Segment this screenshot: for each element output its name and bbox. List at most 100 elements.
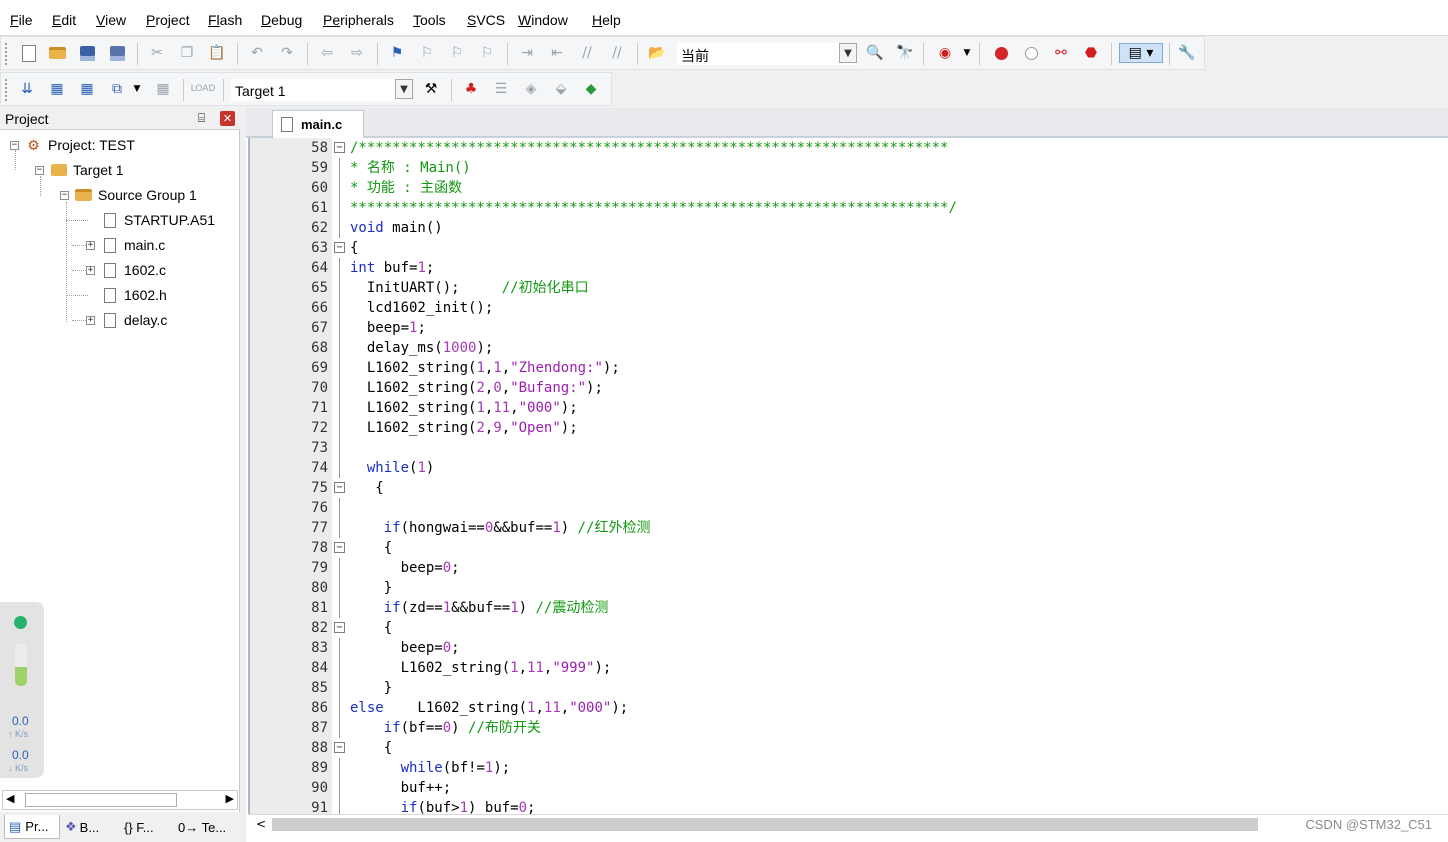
uncomment-icon[interactable]: //	[607, 43, 627, 63]
code-line[interactable]: 64 int buf=1;	[250, 258, 1448, 278]
bookmark-icon[interactable]: ⚑	[387, 43, 407, 63]
debug-session-icon[interactable]: ◉	[935, 43, 955, 63]
tab-project[interactable]: ▤ Pr...	[4, 815, 60, 839]
code-line[interactable]: 86 else L1602_string(1,11,"000");	[250, 698, 1448, 718]
comment-icon[interactable]: //	[577, 43, 597, 63]
tree-target[interactable]: − Target 1	[35, 159, 124, 181]
scroll-left-icon[interactable]: ◀	[6, 792, 14, 805]
close-icon[interactable]: ✕	[220, 111, 235, 126]
menu-tools[interactable]: Tools	[413, 12, 446, 28]
code-line[interactable]: 89 while(bf!=1);	[250, 758, 1448, 778]
code-line[interactable]: 75− {	[250, 478, 1448, 498]
target-options-icon[interactable]: ⚒	[421, 79, 441, 99]
code-line[interactable]: 82− {	[250, 618, 1448, 638]
toolbar-grip[interactable]	[5, 43, 8, 65]
find-icon[interactable]: 🔍	[865, 43, 885, 63]
open-folder-icon[interactable]	[47, 43, 67, 63]
navigate-forward-icon[interactable]: ⇨	[347, 43, 367, 63]
code-line[interactable]: 66 lcd1602_init();	[250, 298, 1448, 318]
collapse-icon[interactable]: −	[10, 140, 19, 150]
code-line[interactable]: 61 **************************************…	[250, 198, 1448, 218]
code-line[interactable]: 70 L1602_string(2,0,"Bufang:");	[250, 378, 1448, 398]
code-line[interactable]: 81 if(zd==1&&buf==1) //震动检测	[250, 598, 1448, 618]
prev-bookmark-icon[interactable]: ⚐	[417, 43, 437, 63]
collapse-icon[interactable]: −	[60, 190, 69, 200]
code-line[interactable]: 80 }	[250, 578, 1448, 598]
code-line[interactable]: 85 }	[250, 678, 1448, 698]
fold-toggle-icon[interactable]: −	[334, 242, 345, 253]
menu-view[interactable]: View	[96, 12, 126, 28]
chevron-down-icon[interactable]: ▼	[957, 43, 977, 63]
scroll-thumb[interactable]	[25, 793, 177, 807]
code-line[interactable]: 87 if(bf==0) //布防开关	[250, 718, 1448, 738]
menu-help[interactable]: Help	[592, 12, 621, 28]
copy-icon[interactable]: ❐	[177, 43, 197, 63]
save-all-icon[interactable]	[107, 43, 127, 63]
toolbar-grip[interactable]	[5, 79, 8, 101]
run-time-environment-icon[interactable]: ◆	[581, 79, 601, 99]
code-line[interactable]: 79 beep=0;	[250, 558, 1448, 578]
menu-svcs[interactable]: SVCS	[467, 12, 505, 28]
menu-flash[interactable]: Flash	[208, 12, 242, 28]
code-line[interactable]: 73	[250, 438, 1448, 458]
redo-icon[interactable]: ↷	[277, 43, 297, 63]
code-line[interactable]: 76	[250, 498, 1448, 518]
paste-icon[interactable]: 📋	[207, 43, 227, 63]
find-in-files-icon[interactable]: 📂	[647, 43, 667, 63]
tab-functions[interactable]: {} F...	[124, 815, 172, 839]
navigate-back-icon[interactable]: ⇦	[317, 43, 337, 63]
manage-project-items-icon[interactable]: ☰	[491, 79, 511, 99]
batch-build-icon[interactable]: ⧉	[107, 79, 127, 99]
pack-installer-icon[interactable]: ⬙	[551, 79, 571, 99]
fold-toggle-icon[interactable]: −	[334, 142, 345, 153]
code-line[interactable]: 58−/************************************…	[250, 138, 1448, 158]
enable-breakpoint-icon[interactable]	[1021, 43, 1041, 63]
window-layout-icon[interactable]: ▤ ▾	[1119, 43, 1163, 63]
code-line[interactable]: 69 L1602_string(1,1,"Zhendong:");	[250, 358, 1448, 378]
code-line[interactable]: 84 L1602_string(1,11,"999");	[250, 658, 1448, 678]
expand-icon[interactable]: +	[86, 240, 95, 250]
code-line[interactable]: 59 * 名称 : Main()	[250, 158, 1448, 178]
code-line[interactable]: 65 InitUART(); //初始化串口	[250, 278, 1448, 298]
editor-horizontal-scrollbar[interactable]: < CSDN @STM32_C51	[248, 814, 1448, 834]
code-line[interactable]: 63−{	[250, 238, 1448, 258]
menu-window[interactable]: Window	[518, 12, 568, 28]
expand-icon[interactable]: +	[86, 315, 95, 325]
collapse-icon[interactable]: −	[35, 165, 44, 175]
code-line[interactable]: 90 buf++;	[250, 778, 1448, 798]
menu-project[interactable]: Project	[146, 12, 190, 28]
cut-icon[interactable]: ✂	[147, 43, 167, 63]
tree-file[interactable]: + 1602.c	[86, 259, 166, 281]
new-file-icon[interactable]	[19, 43, 39, 63]
code-line[interactable]: 60 * 功能 : 主函数	[250, 178, 1448, 198]
unindent-icon[interactable]: ⇤	[547, 43, 567, 63]
insert-breakpoint-icon[interactable]	[991, 43, 1011, 63]
scroll-left-icon[interactable]: <	[256, 817, 266, 831]
code-line[interactable]: 74 while(1)	[250, 458, 1448, 478]
translate-icon[interactable]: ⇊	[17, 79, 37, 99]
next-bookmark-icon[interactable]: ⚐	[447, 43, 467, 63]
tab-books[interactable]: ❖ B...	[62, 815, 114, 839]
build-icon[interactable]: ▦	[47, 79, 67, 99]
horizontal-scrollbar[interactable]: ◀ ▶	[2, 790, 238, 810]
chevron-down-icon[interactable]: ▼	[839, 43, 857, 63]
kill-breakpoints-icon[interactable]: ⬣	[1081, 43, 1101, 63]
code-line[interactable]: 72 L1602_string(2,9,"Open");	[250, 418, 1448, 438]
rebuild-icon[interactable]: ▦	[77, 79, 97, 99]
code-line[interactable]: 71 L1602_string(1,11,"000");	[250, 398, 1448, 418]
tree-project[interactable]: − ⚙ Project: TEST	[10, 134, 135, 156]
code-line[interactable]: 68 delay_ms(1000);	[250, 338, 1448, 358]
target-combo[interactable]: Target 1	[231, 79, 399, 101]
find-combo[interactable]: 当前	[677, 43, 857, 65]
pin-icon[interactable]: ⌸	[198, 111, 205, 126]
scroll-thumb[interactable]	[272, 818, 1258, 831]
menu-peripherals[interactable]: Peripherals	[323, 12, 394, 28]
menu-edit[interactable]: Edit	[52, 12, 76, 28]
tree-file[interactable]: 1602.h	[101, 284, 167, 306]
code-line[interactable]: 88− {	[250, 738, 1448, 758]
scroll-right-icon[interactable]: ▶	[226, 792, 234, 805]
download-icon[interactable]: LOAD	[191, 79, 216, 99]
code-line[interactable]: 83 beep=0;	[250, 638, 1448, 658]
chevron-down-icon[interactable]: ▼	[127, 79, 147, 99]
fold-toggle-icon[interactable]: −	[334, 742, 345, 753]
